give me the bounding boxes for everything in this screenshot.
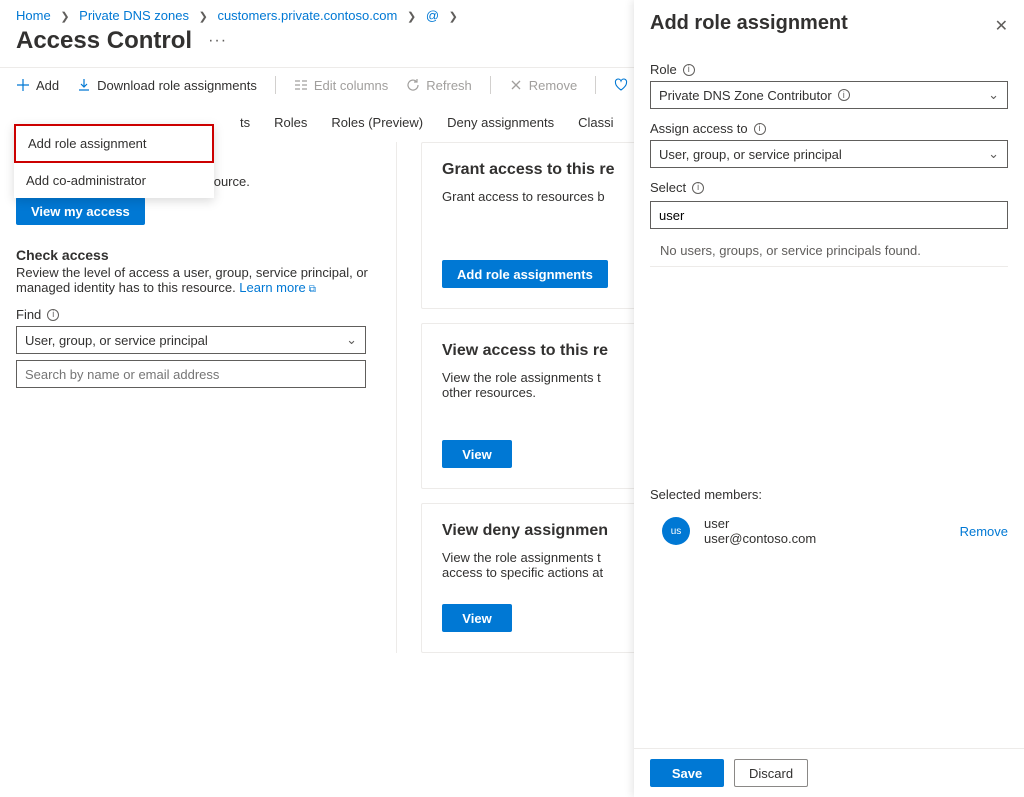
tab-deny-assignments[interactable]: Deny assignments: [447, 105, 554, 140]
info-icon[interactable]: i: [838, 89, 850, 101]
card-desc-line1: View the role assignments t: [442, 550, 601, 565]
add-label: Add: [36, 78, 59, 93]
add-button[interactable]: Add: [16, 78, 59, 93]
role-select[interactable]: Private DNS Zone Contributor i ⌄: [650, 81, 1008, 109]
close-icon[interactable]: ✕: [995, 16, 1008, 36]
breadcrumb-home[interactable]: Home: [16, 8, 51, 23]
learn-more-label: Learn more: [239, 280, 305, 295]
info-icon[interactable]: i: [683, 64, 695, 76]
chevron-down-icon: ⌄: [346, 332, 357, 348]
add-dropdown: Add role assignment Add co-administrator: [14, 124, 214, 198]
role-select-value: Private DNS Zone Contributor: [659, 88, 832, 103]
separator: [595, 76, 596, 94]
feedback-button[interactable]: [614, 78, 628, 92]
chevron-down-icon: ⌄: [988, 146, 999, 162]
save-button[interactable]: Save: [650, 759, 724, 787]
check-access-title: Check access: [16, 247, 372, 263]
selected-members-label: Selected members:: [650, 487, 1008, 502]
refresh-button[interactable]: Refresh: [406, 78, 472, 93]
assign-access-select[interactable]: User, group, or service principal ⌄: [650, 140, 1008, 168]
selected-member-row: us user user@contoso.com Remove: [650, 516, 1008, 546]
card-desc-line2: other resources.: [442, 385, 536, 400]
chevron-right-icon: ❯: [199, 10, 208, 23]
separator: [275, 76, 276, 94]
remove-member-link[interactable]: Remove: [960, 524, 1008, 539]
separator: [490, 76, 491, 94]
avatar: us: [662, 517, 690, 545]
download-icon: [77, 78, 91, 92]
external-link-icon: ⧉: [309, 284, 316, 295]
find-type-select[interactable]: User, group, or service principal ⌄: [16, 326, 366, 354]
edit-columns-label: Edit columns: [314, 78, 388, 93]
add-role-assignments-button[interactable]: Add role assignments: [442, 260, 608, 288]
plus-icon: [16, 78, 30, 92]
no-results-text: No users, groups, or service principals …: [660, 243, 1008, 258]
select-input[interactable]: [650, 201, 1008, 229]
breadcrumb-zone[interactable]: customers.private.contoso.com: [217, 8, 397, 23]
remove-label: Remove: [529, 78, 577, 93]
tab-classic-cut[interactable]: Classi: [578, 105, 613, 140]
member-name: user: [704, 516, 816, 531]
find-select-value: User, group, or service principal: [25, 333, 208, 348]
check-access-desc: Review the level of access a user, group…: [16, 265, 372, 295]
assign-label-text: Assign access to: [650, 121, 748, 136]
left-column: My access View my level of access to thi…: [16, 142, 396, 653]
view-access-button[interactable]: View: [442, 440, 512, 468]
info-icon[interactable]: i: [692, 182, 704, 194]
discard-button[interactable]: Discard: [734, 759, 808, 787]
panel-footer: Save Discard: [634, 748, 1024, 797]
divider: [650, 266, 1008, 267]
tab-roles[interactable]: Roles: [274, 105, 307, 140]
card-desc-line1: View the role assignments t: [442, 370, 601, 385]
learn-more-link[interactable]: Learn more ⧉: [239, 280, 316, 295]
refresh-label: Refresh: [426, 78, 472, 93]
remove-icon: [509, 78, 523, 92]
chevron-down-icon: ⌄: [988, 87, 999, 103]
role-label-text: Role: [650, 62, 677, 77]
view-my-access-button[interactable]: View my access: [16, 197, 145, 225]
chevron-right-icon: ❯: [60, 10, 69, 23]
assign-access-label: Assign access to i: [650, 121, 1008, 136]
refresh-icon: [406, 78, 420, 92]
card-desc-line2: access to specific actions at: [442, 565, 603, 580]
more-icon[interactable]: ···: [208, 32, 227, 50]
panel-title: Add role assignment: [650, 12, 848, 35]
download-label: Download role assignments: [97, 78, 257, 93]
edit-columns-button[interactable]: Edit columns: [294, 78, 388, 93]
tab-assignments-cut[interactable]: ts: [240, 105, 250, 140]
chevron-right-icon: ❯: [407, 10, 416, 23]
info-icon[interactable]: i: [754, 123, 766, 135]
heart-icon: [614, 78, 628, 92]
info-icon[interactable]: i: [47, 309, 59, 321]
tab-roles-preview[interactable]: Roles (Preview): [331, 105, 423, 140]
select-label-text: Select: [650, 180, 686, 195]
member-info: user user@contoso.com: [704, 516, 816, 546]
select-label: Select i: [650, 180, 1008, 195]
breadcrumb-dns-zones[interactable]: Private DNS zones: [79, 8, 189, 23]
find-label-text: Find: [16, 307, 41, 322]
menu-add-co-administrator[interactable]: Add co-administrator: [14, 163, 214, 198]
columns-icon: [294, 78, 308, 92]
find-search-input[interactable]: [16, 360, 366, 388]
assign-select-value: User, group, or service principal: [659, 147, 842, 162]
role-label: Role i: [650, 62, 1008, 77]
page-title: Access Control: [16, 27, 192, 55]
menu-add-role-assignment[interactable]: Add role assignment: [14, 124, 214, 163]
chevron-right-icon: ❯: [449, 10, 458, 23]
view-deny-button[interactable]: View: [442, 604, 512, 632]
find-label: Find i: [16, 307, 372, 322]
remove-button[interactable]: Remove: [509, 78, 577, 93]
download-button[interactable]: Download role assignments: [77, 78, 257, 93]
member-email: user@contoso.com: [704, 531, 816, 546]
breadcrumb-at[interactable]: @: [426, 8, 439, 23]
add-role-assignment-panel: Add role assignment ✕ Role i Private DNS…: [634, 0, 1024, 797]
